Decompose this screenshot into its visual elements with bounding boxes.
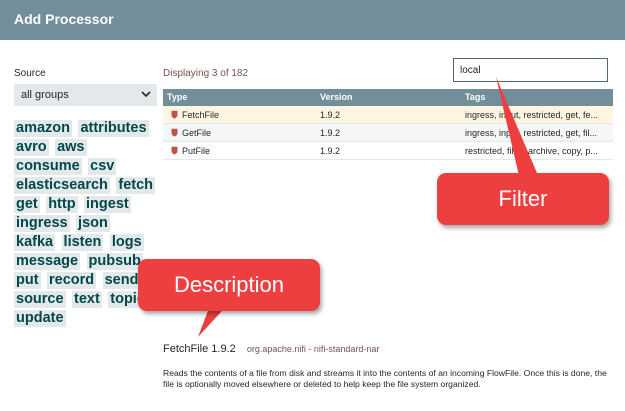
tag-item[interactable]: send xyxy=(102,272,141,289)
source-select[interactable]: all groups xyxy=(14,84,157,106)
processor-bundle: org.apache.nifi - nifi-standard-nar xyxy=(246,344,380,354)
tag-item[interactable]: get xyxy=(14,196,40,213)
table-header: Type Version Tags xyxy=(163,89,613,106)
processor-description: Reads the contents of a file from disk a… xyxy=(163,368,607,389)
row-tags: ingress, input, restricted, get, fil... xyxy=(465,128,598,138)
row-type: GetFile xyxy=(182,127,212,138)
tag-item[interactable]: update xyxy=(14,310,66,327)
row-tags: ingress, input, restricted, get, fe... xyxy=(465,110,599,120)
table-row[interactable]: FetchFile 1.9.2 ingress, input, restrict… xyxy=(163,106,613,124)
column-header-tags[interactable]: Tags xyxy=(461,89,613,106)
table-row[interactable]: GetFile 1.9.2 ingress, input, restricted… xyxy=(163,124,613,142)
shield-icon xyxy=(171,146,178,155)
tag-item[interactable]: consume xyxy=(14,158,82,175)
description-callout: Description xyxy=(138,259,320,311)
column-header-type[interactable]: Type xyxy=(163,89,316,106)
dialog-header: Add Processor xyxy=(0,0,625,40)
tag-item[interactable]: pubsub xyxy=(86,253,143,270)
shield-icon xyxy=(171,110,178,119)
row-type: PutFile xyxy=(182,145,211,156)
tag-item[interactable]: csv xyxy=(88,158,117,175)
tag-item[interactable]: ingest xyxy=(84,196,131,213)
tag-item[interactable]: elasticsearch xyxy=(14,177,110,194)
table-row[interactable]: PutFile 1.9.2 restricted, files, archive… xyxy=(163,142,613,160)
tag-item[interactable]: ingress xyxy=(14,215,70,232)
tag-item[interactable]: record xyxy=(47,272,97,289)
results-count: Displaying 3 of 182 xyxy=(163,68,249,79)
filter-callout: Filter xyxy=(437,173,609,225)
column-header-version[interactable]: Version xyxy=(316,89,461,106)
tag-item[interactable]: avro xyxy=(14,139,49,156)
source-label: Source xyxy=(14,68,46,79)
tag-item[interactable]: http xyxy=(46,196,78,213)
tag-item[interactable]: kafka xyxy=(14,234,56,251)
tag-item[interactable]: message xyxy=(14,253,81,270)
tag-item[interactable]: text xyxy=(72,291,102,308)
filter-input[interactable] xyxy=(453,58,608,82)
tag-item[interactable]: source xyxy=(14,291,66,308)
tag-item[interactable]: put xyxy=(14,272,41,289)
processor-name: FetchFile 1.9.2 xyxy=(163,343,236,355)
processor-table: Type Version Tags FetchFile 1.9.2 ingres… xyxy=(163,89,613,160)
shield-icon xyxy=(171,128,178,137)
tag-item[interactable]: json xyxy=(76,215,110,232)
tag-item[interactable]: fetch xyxy=(116,177,156,194)
tag-item[interactable]: listen xyxy=(61,234,104,251)
row-type: FetchFile xyxy=(182,109,220,120)
tag-item[interactable]: attributes xyxy=(78,120,149,137)
tag-item[interactable]: amazon xyxy=(14,120,72,137)
dialog-title: Add Processor xyxy=(14,11,114,27)
row-version: 1.9.2 xyxy=(320,110,341,120)
chevron-down-icon xyxy=(141,91,151,98)
row-version: 1.9.2 xyxy=(320,146,341,156)
row-tags: restricted, files, archive, copy, p... xyxy=(465,146,598,156)
source-selected-value: all groups xyxy=(21,89,69,101)
tag-item[interactable]: aws xyxy=(55,139,87,156)
tag-item[interactable]: logs xyxy=(109,234,144,251)
row-version: 1.9.2 xyxy=(320,128,341,138)
description-title: FetchFile 1.9.2 org.apache.nifi - nifi-s… xyxy=(163,343,379,355)
